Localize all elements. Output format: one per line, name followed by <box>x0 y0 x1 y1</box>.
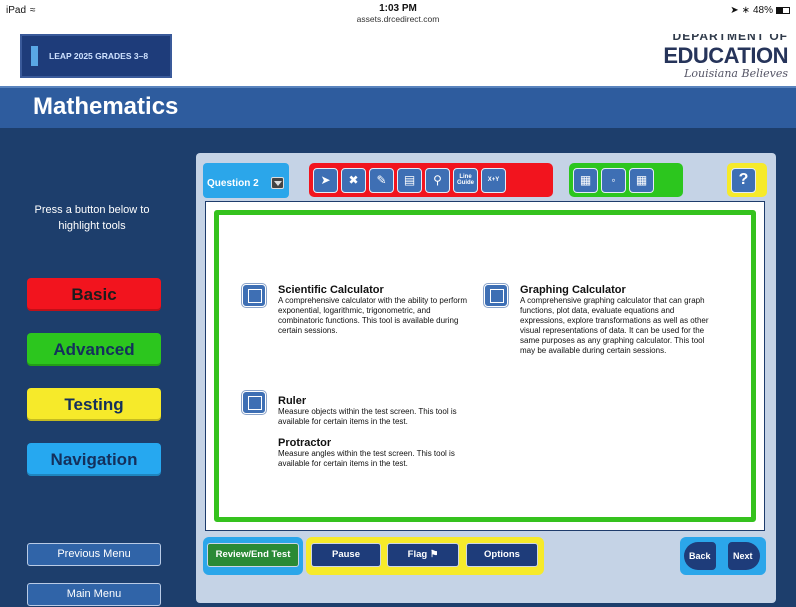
testing-category-button[interactable]: Testing <box>27 388 161 421</box>
battery-percent: 48% <box>752 5 773 16</box>
calculator-icon[interactable]: ▦ <box>573 167 598 193</box>
flag-icon: ⚑ <box>429 549 439 560</box>
question-label: Question 2 <box>207 178 259 189</box>
pointer-icon[interactable]: ➤ <box>313 167 338 193</box>
main-menu-button[interactable]: Main Menu <box>27 583 161 606</box>
flag-button[interactable]: Flag ⚑ <box>387 543 459 567</box>
graphing-calculator-icon[interactable]: ▦ <box>629 167 654 193</box>
graphing-calculator-title: Graphing Calculator <box>520 284 626 296</box>
options-button[interactable]: Options <box>466 543 538 567</box>
next-button[interactable]: Next <box>728 542 760 570</box>
protractor-desc: Measure angles within the test screen. T… <box>278 449 455 468</box>
review-end-test-button[interactable]: Review/End Test <box>207 543 299 567</box>
subject-bar: Mathematics <box>0 86 796 128</box>
scientific-calculator-desc: A comprehensive calculator with the abil… <box>278 296 467 335</box>
navigation-category-button[interactable]: Navigation <box>27 443 161 476</box>
formula-icon[interactable]: X+Y <box>481 167 506 193</box>
content-frame <box>205 201 765 531</box>
advanced-tools-group: ▦ ◦ ▦ <box>569 163 683 197</box>
advanced-category-button[interactable]: Advanced <box>27 333 161 366</box>
magnifier-icon[interactable]: ⚲ <box>425 167 450 193</box>
chevron-down-icon <box>271 177 284 189</box>
line-guide-icon[interactable]: Line Guide <box>453 167 478 193</box>
ruler-protractor-icon[interactable]: ◦ <box>601 167 626 193</box>
help-button[interactable]: ? <box>731 167 756 193</box>
graphing-calculator-desc: A comprehensive graphing calculator that… <box>520 296 709 355</box>
clock: 1:03 PM <box>379 3 417 14</box>
page-title: Mathematics <box>33 93 179 120</box>
leap-logo: LEAP 2025 GRADES 3–8 <box>20 34 172 78</box>
scientific-calculator-icon <box>242 284 266 307</box>
basic-tools-group: ➤ ✖ ✎ ▤ ⚲ Line Guide X+Y <box>309 163 553 197</box>
sidebar-instruction: Press a button below to highlight tools <box>34 204 150 232</box>
eliminator-icon[interactable]: ✖ <box>341 167 366 193</box>
question-selector[interactable]: Question 2 <box>203 163 289 198</box>
ruler-desc: Measure objects within the test screen. … <box>278 407 457 426</box>
battery-icon <box>776 7 790 14</box>
url-label: assets.drcedirect.com <box>356 14 440 24</box>
doe-logo: DEPARTMENT OF EDUCATION Louisiana Believ… <box>663 34 788 80</box>
scientific-calculator-title: Scientific Calculator <box>278 284 384 296</box>
leap-logo-bar <box>31 46 38 66</box>
basic-category-button[interactable]: Basic <box>27 278 161 311</box>
bluetooth-icon: ∗ <box>741 5 750 16</box>
highlighter-icon[interactable]: ✎ <box>369 167 394 193</box>
flag-label: Flag <box>407 549 428 560</box>
location-icon: ➤ <box>730 5 739 16</box>
content-border <box>214 210 756 522</box>
ruler-protractor-icon <box>242 391 266 414</box>
previous-menu-button[interactable]: Previous Menu <box>27 543 161 566</box>
notepad-icon[interactable]: ▤ <box>397 167 422 193</box>
doe-department: DEPARTMENT OF <box>672 34 788 41</box>
ruler-title: Ruler <box>278 395 307 407</box>
leap-logo-text: LEAP 2025 GRADES 3–8 <box>49 51 149 61</box>
doe-education: EDUCATION <box>663 43 788 68</box>
help-group: ? <box>727 163 767 197</box>
protractor-title: Protractor <box>278 437 332 449</box>
ios-status-bar: iPad ≈ 1:03 PM assets.drcedirect.com ➤ ∗ 48… <box>0 0 796 34</box>
graphing-calculator-icon <box>484 284 508 307</box>
pause-button[interactable]: Pause <box>311 543 381 567</box>
back-button[interactable]: Back <box>684 542 716 570</box>
